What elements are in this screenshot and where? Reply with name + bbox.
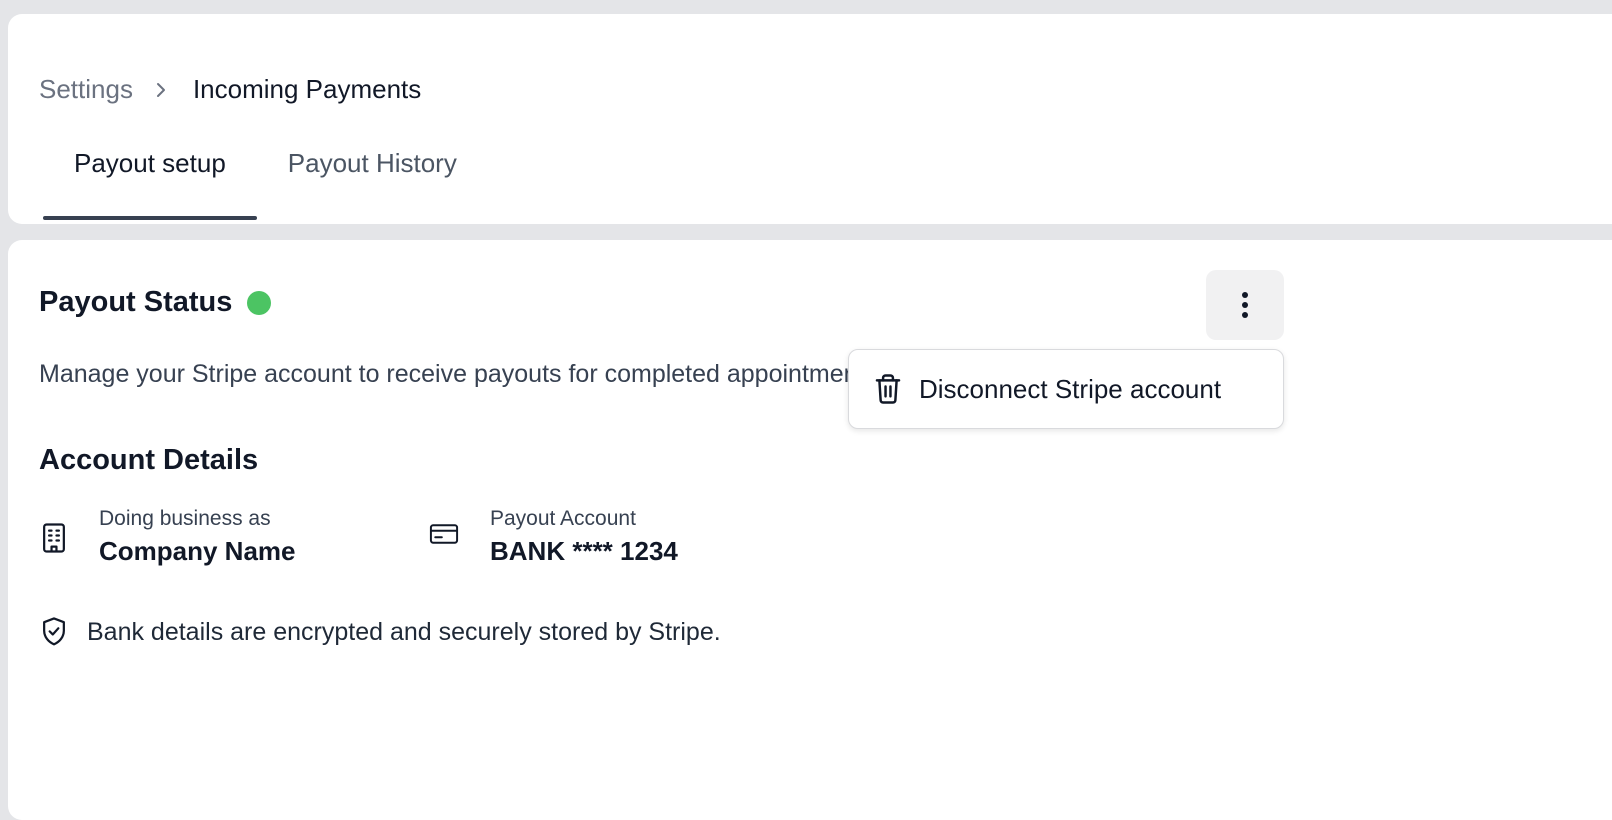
header-card: Settings Incoming Payments Payout setup …: [8, 14, 1612, 224]
breadcrumb-current: Incoming Payments: [192, 74, 422, 104]
payout-status-header: Payout Status: [39, 286, 272, 319]
business-label: Doing business as: [99, 507, 271, 530]
disconnect-stripe-menu-item[interactable]: Disconnect Stripe account: [873, 373, 1221, 405]
tab-payout-setup[interactable]: Payout setup: [43, 144, 257, 222]
business-value: Company Name: [99, 536, 296, 566]
shield-check-icon: [43, 617, 65, 646]
security-note-text: Bank details are encrypted and securely …: [87, 617, 721, 646]
more-options-button[interactable]: [1206, 270, 1284, 340]
payout-status-title: Payout Status: [39, 286, 233, 318]
payout-account-detail: Payout Account BANK **** 1234: [428, 506, 678, 570]
payout-status-description: Manage your Stripe account to receive pa…: [39, 360, 884, 388]
dropdown-menu: Disconnect Stripe account: [848, 349, 1284, 429]
business-name-detail: Doing business as Company Name: [39, 506, 296, 570]
status-indicator-dot: [247, 290, 272, 315]
disconnect-stripe-label: Disconnect Stripe account: [919, 373, 1222, 404]
breadcrumb: Settings Incoming Payments: [39, 74, 421, 105]
trash-icon: [875, 374, 901, 404]
tab-bar: Payout setup Payout History: [43, 144, 488, 222]
more-vertical-icon: [1242, 292, 1248, 318]
building-icon: [43, 523, 65, 553]
payout-account-value: BANK **** 1234: [490, 536, 678, 566]
payout-account-label: Payout Account: [490, 507, 636, 530]
chevron-right-icon: [155, 81, 167, 99]
tab-payout-history[interactable]: Payout History: [257, 144, 488, 222]
account-details-title: Account Details: [39, 444, 259, 476]
credit-card-icon: [429, 524, 459, 544]
breadcrumb-settings-link[interactable]: Settings: [39, 74, 133, 105]
security-note: Bank details are encrypted and securely …: [39, 616, 721, 648]
payout-setup-panel: Payout Status Manage your Stripe account…: [8, 240, 1612, 820]
